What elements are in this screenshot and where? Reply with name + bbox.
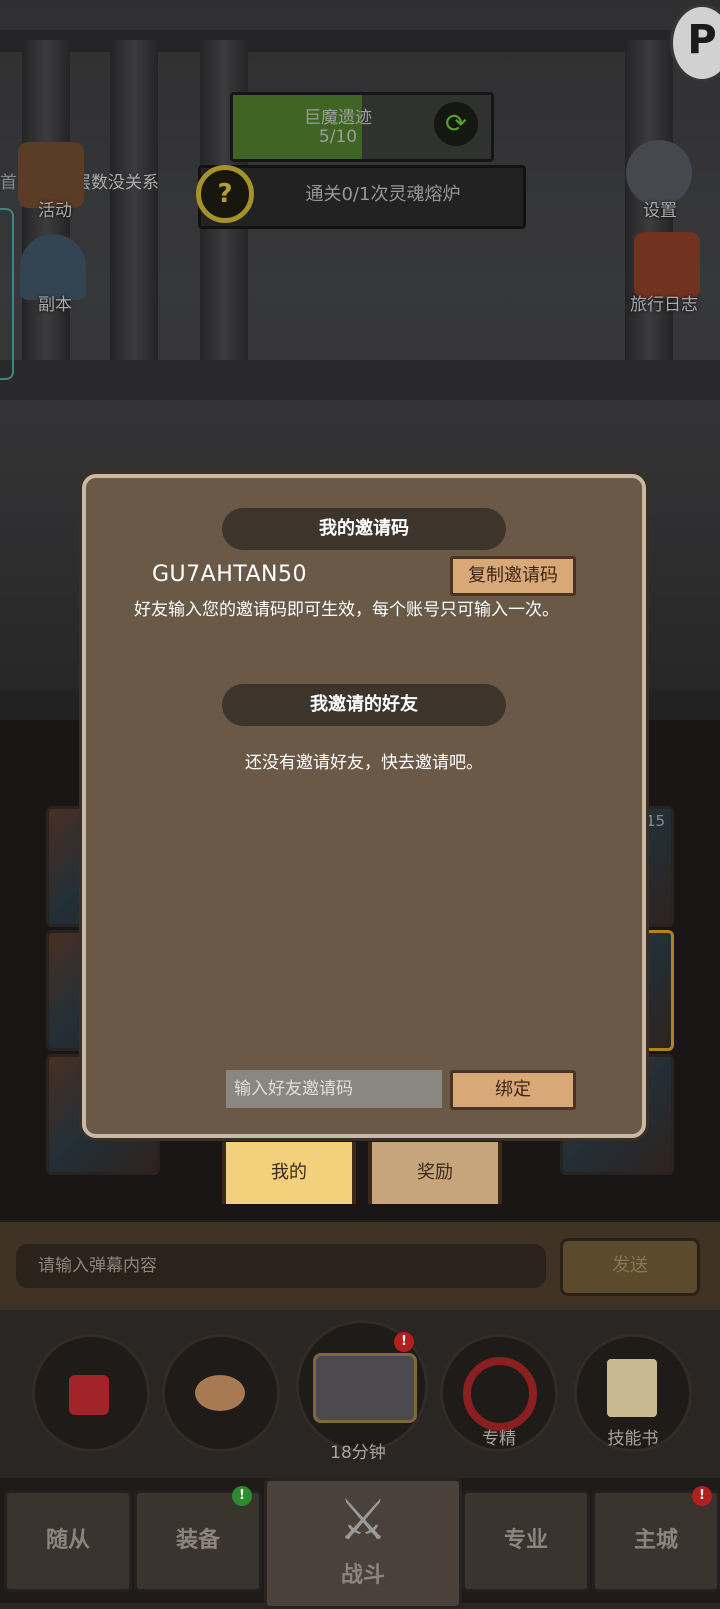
invite-dialog: 我的邀请码 GU7AHTAN50 复制邀请码 好友输入您的邀请码即可生效，每个账… xyxy=(82,474,646,1138)
notification-badge: ! xyxy=(232,1486,252,1506)
specialize-label: 专精 xyxy=(482,1429,516,1449)
send-button[interactable]: 发送 xyxy=(560,1238,700,1296)
nav-profession[interactable]: 专业 xyxy=(462,1490,590,1592)
chest-icon xyxy=(313,1353,417,1423)
target-icon xyxy=(463,1357,537,1431)
book-icon xyxy=(607,1359,657,1417)
my-code-title: 我的邀请码 xyxy=(222,508,506,550)
chest-timer: 18分钟 xyxy=(330,1443,386,1463)
alert-badge: ! xyxy=(692,1486,712,1506)
alert-badge: ! xyxy=(394,1332,414,1352)
nav-battle-label: 战斗 xyxy=(340,1563,385,1588)
nav-battle[interactable]: ⚔ 战斗 xyxy=(264,1478,462,1609)
crossed-swords-icon: ⚔ xyxy=(337,1488,389,1553)
nav-follower[interactable]: 随从 xyxy=(4,1490,132,1592)
tab-reward[interactable]: 奖励 xyxy=(368,1142,502,1204)
potion-icon xyxy=(69,1375,109,1415)
potion-tool-button[interactable] xyxy=(32,1334,150,1452)
danmaku-input[interactable] xyxy=(16,1244,546,1288)
friend-code-input[interactable] xyxy=(226,1070,442,1108)
bread-tool-button[interactable] xyxy=(162,1334,280,1452)
invite-code: GU7AHTAN50 xyxy=(152,562,307,587)
invite-note: 好友输入您的邀请码即可生效，每个账号只可输入一次。 xyxy=(134,600,559,620)
friends-title: 我邀请的好友 xyxy=(222,684,506,726)
empty-friends-text: 还没有邀请好友，快去邀请吧。 xyxy=(245,753,483,773)
bread-icon xyxy=(195,1375,245,1411)
skill-book-label: 技能书 xyxy=(607,1429,659,1449)
tab-mine[interactable]: 我的 xyxy=(222,1142,356,1204)
copy-code-button[interactable]: 复制邀请码 xyxy=(450,556,576,596)
bind-button[interactable]: 绑定 xyxy=(450,1070,576,1110)
